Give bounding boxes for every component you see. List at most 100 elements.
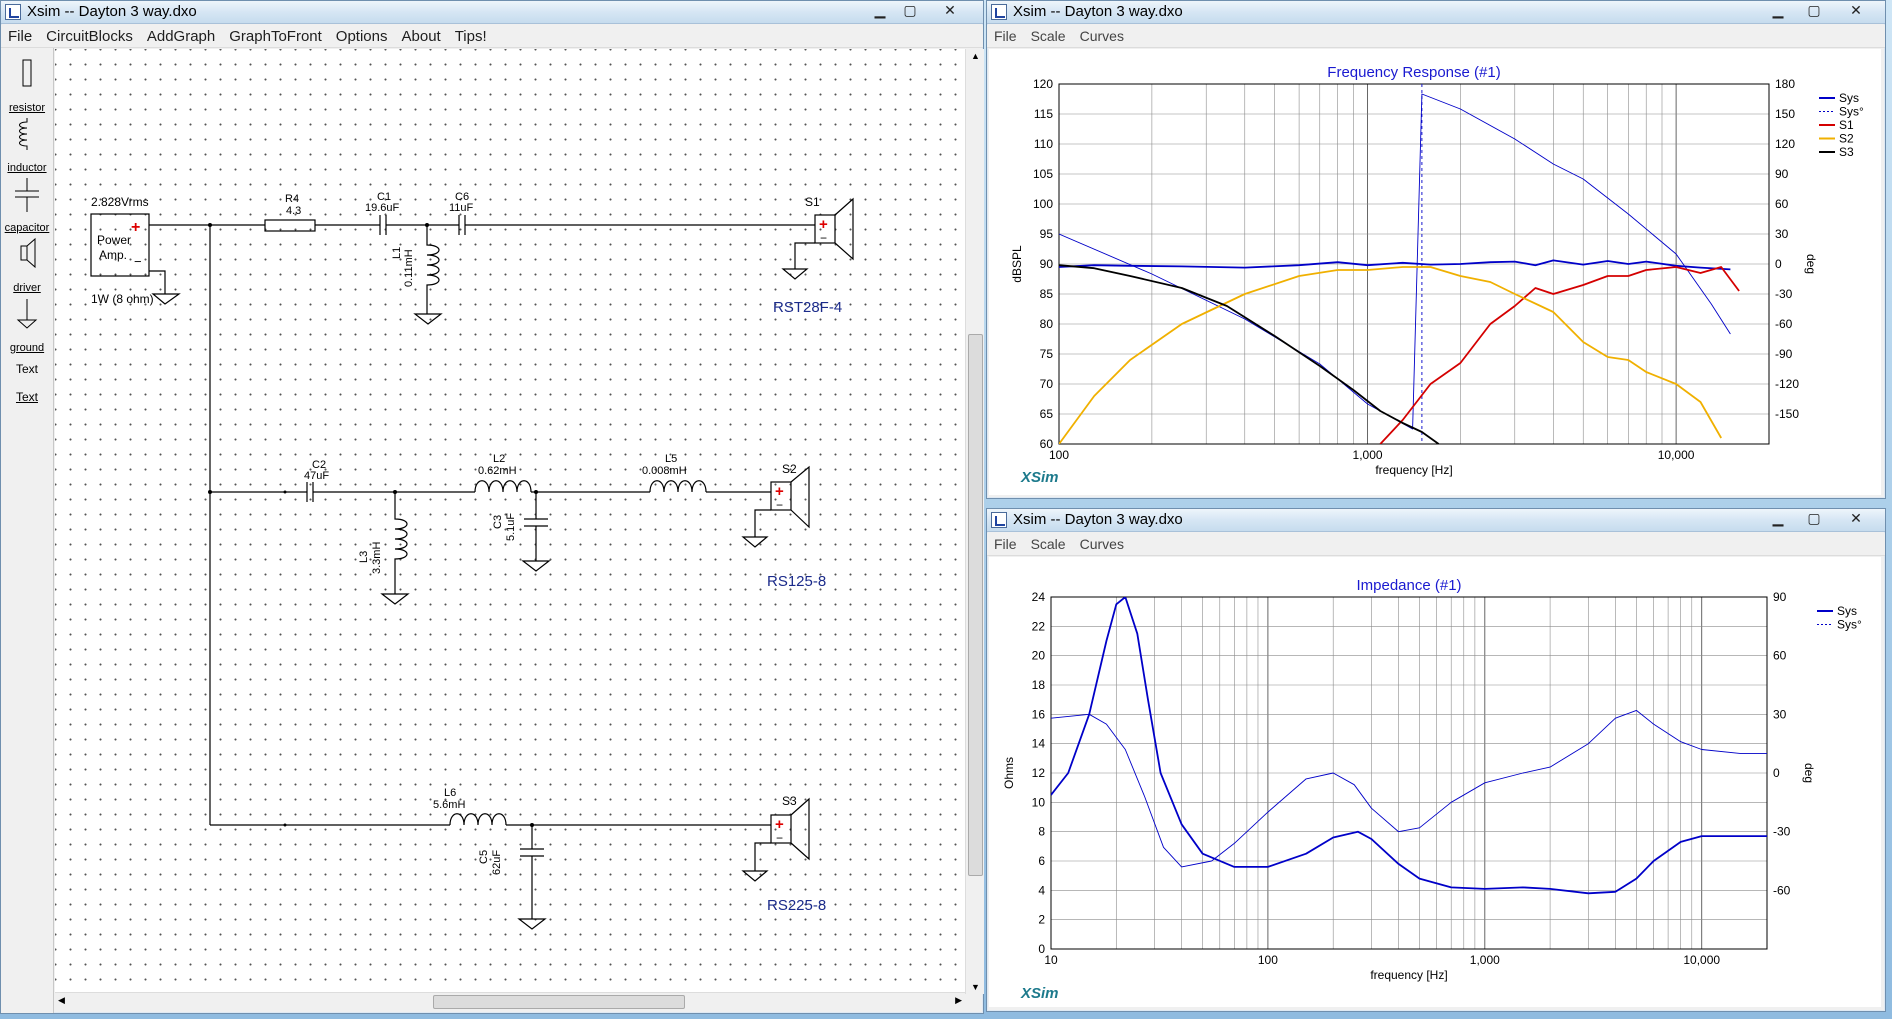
horizontal-scrollbar[interactable]: ◀ ▶ <box>55 992 965 1010</box>
y-tick-label: 4 <box>1038 883 1045 897</box>
y-tick-label: 16 <box>1032 707 1046 721</box>
y2-axis-label: deg <box>1804 254 1818 274</box>
scroll-left-icon[interactable]: ◀ <box>58 995 65 1006</box>
ground-icon <box>16 299 38 329</box>
series-line-Sys <box>1051 597 1767 895</box>
s1-model: RST28F-4 <box>773 299 843 316</box>
frequency-response-chart[interactable]: 120 115 110 105 100 95 90 85 80 75 70 65 60 180 150 120… <box>989 49 1881 495</box>
y2-tick-label: 60 <box>1775 197 1789 211</box>
source-minus: − <box>134 254 142 269</box>
vertical-scrollbar[interactable]: ▲ ▼ <box>965 49 984 994</box>
c6-value: 11uF <box>449 202 474 214</box>
tool-inductor[interactable]: inductor <box>1 116 53 174</box>
tool-label: ground <box>9 342 45 354</box>
horizontal-scroll-thumb[interactable] <box>433 995 685 1009</box>
y-tick-label: 120 <box>1033 77 1053 91</box>
xsim-brand: XSim <box>1021 469 1059 486</box>
x-axis-label: frequency [Hz] <box>1375 463 1452 477</box>
l6-name: L6 <box>444 787 457 799</box>
impedance-chart[interactable]: 2422201816141210864209060300-30-6010 100 1… <box>989 557 1881 1007</box>
tool-text[interactable]: Text <box>1 358 53 382</box>
y-tick-label: 105 <box>1033 167 1053 181</box>
plot-area: 24 22 20 18 16 14 12 10 8 6 4 2 0 90 60 30 0 -30 -60 10 100 1… <box>989 557 1881 1007</box>
minimize-icon[interactable]: ▁ <box>1759 509 1797 527</box>
l3-name: L3 <box>358 550 370 563</box>
tool-resistor[interactable]: resistor <box>1 56 53 114</box>
s2-model: RS125-8 <box>767 573 827 590</box>
menu-file[interactable]: File <box>987 533 1024 552</box>
l1-value: 0.11mH <box>403 249 415 287</box>
menu-graphtofront[interactable]: GraphToFront <box>222 25 329 45</box>
legend-label: Sys° <box>1837 618 1862 632</box>
legend-label: S2 <box>1839 132 1854 146</box>
y2-tick-label: 30 <box>1773 707 1787 721</box>
menu-scale[interactable]: Scale <box>1024 25 1073 44</box>
schematic-canvas[interactable]: 2.828Vrms Power Amp. + − 1W (8 ohm) R4 4… <box>55 49 965 1009</box>
resistor-icon <box>22 59 32 87</box>
y2-tick-label: 0 <box>1775 257 1782 271</box>
y2-tick-label: -60 <box>1775 317 1793 331</box>
source-load-label: 1W (8 ohm) <box>91 292 154 306</box>
menu-addgraph[interactable]: AddGraph <box>140 25 222 45</box>
menu-file[interactable]: File <box>987 25 1024 44</box>
titlebar[interactable]: Xsim -- Dayton 3 way.dxo ▁ ▢ ✕ <box>987 1 1885 24</box>
c5-value: 62uF <box>491 849 503 875</box>
y2-tick-label: 150 <box>1775 107 1795 121</box>
y-tick-label: 85 <box>1040 287 1054 301</box>
menu-circuitblocks[interactable]: CircuitBlocks <box>39 25 140 45</box>
power-amp-label-2: Amp. <box>99 248 128 262</box>
app-icon[interactable] <box>991 4 1007 20</box>
x-tick-label: 100 <box>1049 448 1069 462</box>
legend-label: Sys <box>1839 91 1859 105</box>
y2-tick-label: -120 <box>1775 377 1799 391</box>
menu-tips[interactable]: Tips! <box>448 25 494 45</box>
tool-driver[interactable]: driver <box>1 236 53 294</box>
scroll-up-icon[interactable]: ▲ <box>971 51 980 61</box>
y-tick-label: 95 <box>1040 227 1054 241</box>
app-icon[interactable] <box>5 4 21 20</box>
app-icon[interactable] <box>991 512 1007 528</box>
chart-title: Impedance (#1) <box>1356 577 1461 594</box>
x-tick-label: 10 <box>1044 953 1058 967</box>
close-icon[interactable]: ✕ <box>1837 1 1875 19</box>
y-tick-label: 14 <box>1032 737 1046 751</box>
r4-value: 4.3 <box>286 205 302 217</box>
s2-id: S2 <box>782 462 797 476</box>
y-tick-label: 12 <box>1032 766 1046 780</box>
series-line-S1 <box>1379 266 1740 444</box>
maximize-icon[interactable]: ▢ <box>1795 509 1833 527</box>
menu-about[interactable]: About <box>395 25 448 45</box>
titlebar[interactable]: Xsim -- Dayton 3 way.dxo ▁ ▢ ✕ <box>1 1 983 24</box>
vertical-scroll-thumb[interactable] <box>968 334 983 876</box>
menu-curves[interactable]: Curves <box>1073 533 1131 552</box>
s3-id: S3 <box>782 794 797 808</box>
window-title: Xsim -- Dayton 3 way.dxo <box>27 3 197 20</box>
x-tick-label: 1,000 <box>1353 448 1383 462</box>
menu-options[interactable]: Options <box>329 25 395 45</box>
tool-capacitor[interactable]: capacitor <box>1 176 53 234</box>
menu-file[interactable]: File <box>1 25 39 45</box>
s3-model: RS225-8 <box>767 897 827 914</box>
scroll-down-icon[interactable]: ▼ <box>971 982 980 992</box>
series-line-Sys-phase <box>1051 709 1767 868</box>
tool-text-link[interactable]: Text <box>1 386 53 410</box>
close-icon[interactable]: ✕ <box>1837 509 1875 527</box>
maximize-icon[interactable]: ▢ <box>1795 1 1833 19</box>
scroll-right-icon[interactable]: ▶ <box>955 995 962 1006</box>
y-tick-label: 80 <box>1040 317 1054 331</box>
minimize-icon[interactable]: ▁ <box>1759 1 1797 19</box>
resistor-r4[interactable] <box>264 219 316 232</box>
x-axis-label: frequency [Hz] <box>1370 968 1447 982</box>
tool-ground[interactable]: ground <box>1 296 53 354</box>
l2-value: 0.62mH <box>478 465 517 477</box>
maximize-icon[interactable]: ▢ <box>891 1 929 19</box>
close-icon[interactable]: ✕ <box>931 1 969 19</box>
window-title: Xsim -- Dayton 3 way.dxo <box>1013 3 1183 20</box>
inductor-icon <box>19 118 28 150</box>
menu-curves[interactable]: Curves <box>1073 25 1131 44</box>
y2-tick-label: 90 <box>1773 590 1787 604</box>
x-tick-label: 10,000 <box>1683 953 1720 967</box>
source-voltage-label: 2.828Vrms <box>91 195 149 209</box>
titlebar[interactable]: Xsim -- Dayton 3 way.dxo ▁ ▢ ✕ <box>987 509 1885 532</box>
menu-scale[interactable]: Scale <box>1024 533 1073 552</box>
